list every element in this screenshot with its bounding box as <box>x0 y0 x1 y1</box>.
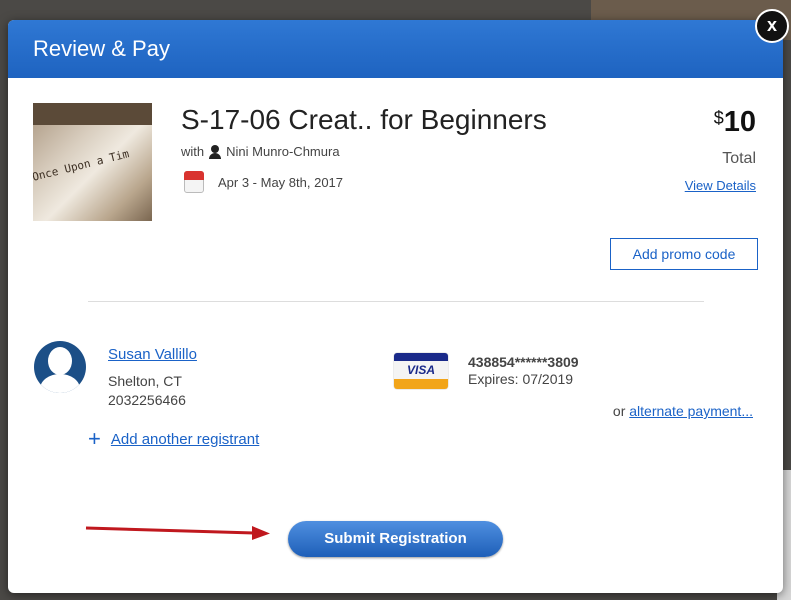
modal-header: Review & Pay <box>8 20 783 78</box>
add-promo-code-button[interactable]: Add promo code <box>610 238 758 270</box>
registrant-location: Shelton, CT <box>108 373 182 389</box>
add-registrant-label: Add another registrant <box>110 430 260 448</box>
submit-registration-button[interactable]: Submit Registration <box>288 521 503 557</box>
card-brand: VISA <box>394 361 448 379</box>
card-expiry: Expires: 07/2019 <box>468 371 574 387</box>
course-date-range: Apr 3 - May 8th, 2017 <box>218 174 344 190</box>
course-dates: Apr 3 - May 8th, 2017 <box>184 171 343 193</box>
visa-card-icon: VISA <box>394 353 448 389</box>
close-button[interactable]: x <box>755 9 789 43</box>
person-icon <box>208 144 222 159</box>
modal-title: Review & Pay <box>33 36 170 61</box>
add-another-registrant[interactable]: + Add another registrant <box>88 426 260 451</box>
alternate-payment-prefix: or <box>612 403 626 419</box>
with-label: with <box>181 144 205 159</box>
plus-icon: + <box>88 426 101 451</box>
registrant-name-link[interactable]: Susan Vallillo <box>108 346 197 363</box>
thumbnail-caption: Once Upon a Tim <box>33 147 131 184</box>
course-title: S-17-06 Creat.. for Beginners <box>181 104 547 135</box>
instructor-name: Nini Munro-Chmura <box>226 144 340 159</box>
red-arrow-annotation <box>85 526 270 540</box>
price-amount: 10 <box>723 106 756 138</box>
registrant-phone: 2032256466 <box>108 392 186 408</box>
alternate-payment-link[interactable]: alternate payment... <box>629 403 753 419</box>
card-number: 438854******3809 <box>468 354 579 370</box>
calendar-icon <box>184 171 204 193</box>
instructor-line: with Nini Munro-Chmura <box>181 144 340 159</box>
view-details-link[interactable]: View Details <box>685 178 756 193</box>
review-pay-modal: Review & Pay Once Upon a Tim S-17-06 Cre… <box>8 20 783 593</box>
alternate-payment: or alternate payment... <box>613 403 753 419</box>
registrant-avatar <box>34 341 86 393</box>
section-divider <box>88 301 704 302</box>
total-label: Total <box>722 150 756 167</box>
price: $10 <box>714 106 756 139</box>
course-thumbnail: Once Upon a Tim <box>33 103 152 221</box>
price-currency: $ <box>713 108 724 128</box>
